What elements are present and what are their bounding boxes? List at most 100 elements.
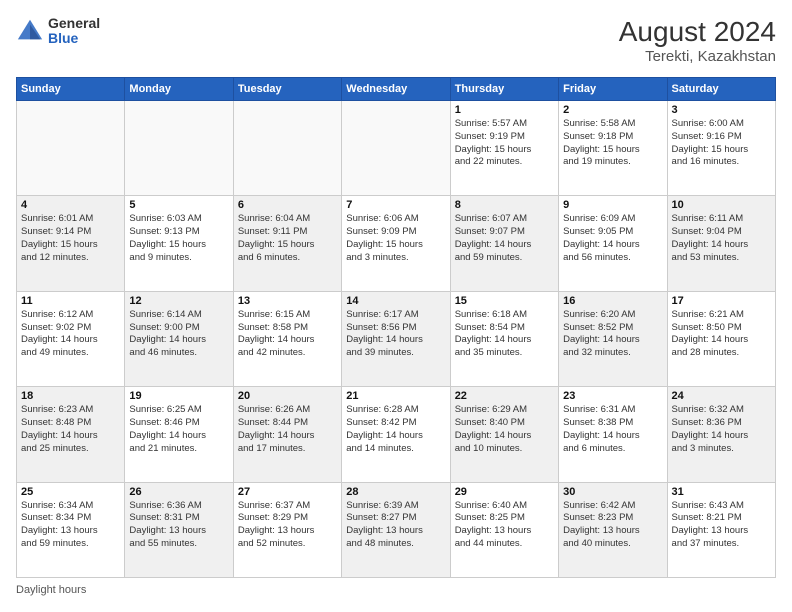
calendar-week-row: 25 Sunrise: 6:34 AM Sunset: 8:34 PM Dayli… bbox=[17, 482, 776, 577]
day-info: Sunrise: 6:40 AM Sunset: 8:25 PM Dayligh… bbox=[455, 500, 554, 551]
day-info: Sunrise: 6:07 AM Sunset: 9:07 PM Dayligh… bbox=[455, 213, 554, 264]
calendar-header-row: SundayMondayTuesdayWednesdayThursdayFrid… bbox=[17, 78, 776, 101]
calendar-day-cell: 10Sunrise: 6:11 AM Sunset: 9:04 PM Dayli… bbox=[667, 196, 775, 291]
day-number: 25 bbox=[21, 486, 120, 498]
day-info: Sunrise: 6:34 AM Sunset: 8:34 PM Dayligh… bbox=[21, 500, 120, 551]
day-number: 1 bbox=[455, 104, 554, 116]
logo-text: General Blue bbox=[48, 16, 100, 47]
day-number: 30 bbox=[563, 486, 662, 498]
day-info: Sunrise: 6:36 AM Sunset: 8:31 PM Dayligh… bbox=[129, 500, 228, 551]
calendar-subtitle: Terekti, Kazakhstan bbox=[619, 48, 776, 65]
calendar-day-cell bbox=[125, 101, 233, 196]
calendar-table: SundayMondayTuesdayWednesdayThursdayFrid… bbox=[16, 77, 776, 578]
calendar-day-cell: 29 Sunrise: 6:40 AM Sunset: 8:25 PM Dayli… bbox=[450, 482, 558, 577]
day-info: Sunrise: 6:11 AM Sunset: 9:04 PM Dayligh… bbox=[672, 213, 771, 264]
day-number: 12 bbox=[129, 295, 228, 307]
calendar-day-cell: 28Sunrise: 6:39 AM Sunset: 8:27 PM Dayli… bbox=[342, 482, 450, 577]
calendar-day-cell: 9 Sunrise: 6:09 AM Sunset: 9:05 PM Daylig… bbox=[559, 196, 667, 291]
day-number: 17 bbox=[672, 295, 771, 307]
day-info: Sunrise: 6:15 AM Sunset: 8:58 PM Dayligh… bbox=[238, 309, 337, 360]
calendar-day-cell: 24Sunrise: 6:32 AM Sunset: 8:36 PM Dayli… bbox=[667, 387, 775, 482]
day-of-week-header: Friday bbox=[559, 78, 667, 101]
day-info: Sunrise: 6:03 AM Sunset: 9:13 PM Dayligh… bbox=[129, 213, 228, 264]
day-of-week-header: Tuesday bbox=[233, 78, 341, 101]
calendar-day-cell: 30 Sunrise: 6:42 AM Sunset: 8:23 PM Dayli… bbox=[559, 482, 667, 577]
day-info: Sunrise: 6:01 AM Sunset: 9:14 PM Dayligh… bbox=[21, 213, 120, 264]
calendar-day-cell: 8 Sunrise: 6:07 AM Sunset: 9:07 PM Daylig… bbox=[450, 196, 558, 291]
day-number: 16 bbox=[563, 295, 662, 307]
day-number: 13 bbox=[238, 295, 337, 307]
day-info: Sunrise: 6:17 AM Sunset: 8:56 PM Dayligh… bbox=[346, 309, 445, 360]
day-number: 22 bbox=[455, 390, 554, 402]
calendar-day-cell: 1 Sunrise: 5:57 AM Sunset: 9:19 PM Daylig… bbox=[450, 101, 558, 196]
calendar-week-row: 11 Sunrise: 6:12 AM Sunset: 9:02 PM Dayli… bbox=[17, 291, 776, 386]
calendar-day-cell: 7Sunrise: 6:06 AM Sunset: 9:09 PM Daylig… bbox=[342, 196, 450, 291]
day-of-week-header: Saturday bbox=[667, 78, 775, 101]
day-info: Sunrise: 5:57 AM Sunset: 9:19 PM Dayligh… bbox=[455, 118, 554, 169]
calendar-day-cell: 16 Sunrise: 6:20 AM Sunset: 8:52 PM Dayli… bbox=[559, 291, 667, 386]
calendar-day-cell: 2Sunrise: 5:58 AM Sunset: 9:18 PM Daylig… bbox=[559, 101, 667, 196]
calendar-day-cell: 22 Sunrise: 6:29 AM Sunset: 8:40 PM Dayli… bbox=[450, 387, 558, 482]
logo-icon bbox=[16, 17, 44, 45]
calendar-day-cell: 26Sunrise: 6:36 AM Sunset: 8:31 PM Dayli… bbox=[125, 482, 233, 577]
footer-text: Daylight hours bbox=[16, 584, 86, 596]
day-info: Sunrise: 6:31 AM Sunset: 8:38 PM Dayligh… bbox=[563, 404, 662, 455]
day-number: 5 bbox=[129, 199, 228, 211]
day-info: Sunrise: 6:12 AM Sunset: 9:02 PM Dayligh… bbox=[21, 309, 120, 360]
day-number: 8 bbox=[455, 199, 554, 211]
calendar-day-cell: 4 Sunrise: 6:01 AM Sunset: 9:14 PM Daylig… bbox=[17, 196, 125, 291]
day-info: Sunrise: 6:42 AM Sunset: 8:23 PM Dayligh… bbox=[563, 500, 662, 551]
day-number: 4 bbox=[21, 199, 120, 211]
day-info: Sunrise: 6:14 AM Sunset: 9:00 PM Dayligh… bbox=[129, 309, 228, 360]
footer-note: Daylight hours bbox=[16, 584, 776, 596]
day-number: 18 bbox=[21, 390, 120, 402]
day-number: 7 bbox=[346, 199, 445, 211]
day-number: 29 bbox=[455, 486, 554, 498]
calendar-day-cell: 12 Sunrise: 6:14 AM Sunset: 9:00 PM Dayli… bbox=[125, 291, 233, 386]
header: General Blue August 2024 Terekti, Kazakh… bbox=[16, 16, 776, 65]
calendar-week-row: 4 Sunrise: 6:01 AM Sunset: 9:14 PM Daylig… bbox=[17, 196, 776, 291]
day-info: Sunrise: 6:23 AM Sunset: 8:48 PM Dayligh… bbox=[21, 404, 120, 455]
day-info: Sunrise: 5:58 AM Sunset: 9:18 PM Dayligh… bbox=[563, 118, 662, 169]
day-number: 23 bbox=[563, 390, 662, 402]
calendar-day-cell: 15Sunrise: 6:18 AM Sunset: 8:54 PM Dayli… bbox=[450, 291, 558, 386]
day-info: Sunrise: 6:43 AM Sunset: 8:21 PM Dayligh… bbox=[672, 500, 771, 551]
day-number: 6 bbox=[238, 199, 337, 211]
day-number: 19 bbox=[129, 390, 228, 402]
day-of-week-header: Sunday bbox=[17, 78, 125, 101]
calendar-day-cell: 27Sunrise: 6:37 AM Sunset: 8:29 PM Dayli… bbox=[233, 482, 341, 577]
day-number: 21 bbox=[346, 390, 445, 402]
day-number: 20 bbox=[238, 390, 337, 402]
calendar-day-cell: 17Sunrise: 6:21 AM Sunset: 8:50 PM Dayli… bbox=[667, 291, 775, 386]
calendar-title: August 2024 bbox=[619, 16, 776, 48]
calendar-week-row: 18 Sunrise: 6:23 AM Sunset: 8:48 PM Dayli… bbox=[17, 387, 776, 482]
logo-line1: General bbox=[48, 16, 100, 31]
calendar-day-cell: 20Sunrise: 6:26 AM Sunset: 8:44 PM Dayli… bbox=[233, 387, 341, 482]
logo-line2: Blue bbox=[48, 31, 100, 46]
day-number: 11 bbox=[21, 295, 120, 307]
day-info: Sunrise: 6:09 AM Sunset: 9:05 PM Dayligh… bbox=[563, 213, 662, 264]
logo: General Blue bbox=[16, 16, 100, 47]
calendar-day-cell: 19 Sunrise: 6:25 AM Sunset: 8:46 PM Dayli… bbox=[125, 387, 233, 482]
day-info: Sunrise: 6:04 AM Sunset: 9:11 PM Dayligh… bbox=[238, 213, 337, 264]
calendar-day-cell: 21Sunrise: 6:28 AM Sunset: 8:42 PM Dayli… bbox=[342, 387, 450, 482]
day-info: Sunrise: 6:29 AM Sunset: 8:40 PM Dayligh… bbox=[455, 404, 554, 455]
day-info: Sunrise: 6:25 AM Sunset: 8:46 PM Dayligh… bbox=[129, 404, 228, 455]
calendar-day-cell: 13 Sunrise: 6:15 AM Sunset: 8:58 PM Dayli… bbox=[233, 291, 341, 386]
day-number: 14 bbox=[346, 295, 445, 307]
day-of-week-header: Thursday bbox=[450, 78, 558, 101]
day-info: Sunrise: 6:32 AM Sunset: 8:36 PM Dayligh… bbox=[672, 404, 771, 455]
day-number: 9 bbox=[563, 199, 662, 211]
calendar-day-cell: 25 Sunrise: 6:34 AM Sunset: 8:34 PM Dayli… bbox=[17, 482, 125, 577]
calendar-day-cell bbox=[233, 101, 341, 196]
page: General Blue August 2024 Terekti, Kazakh… bbox=[0, 0, 792, 612]
calendar-day-cell bbox=[17, 101, 125, 196]
day-info: Sunrise: 6:20 AM Sunset: 8:52 PM Dayligh… bbox=[563, 309, 662, 360]
calendar-day-cell: 18 Sunrise: 6:23 AM Sunset: 8:48 PM Dayli… bbox=[17, 387, 125, 482]
day-number: 15 bbox=[455, 295, 554, 307]
day-number: 3 bbox=[672, 104, 771, 116]
calendar-week-row: 1 Sunrise: 5:57 AM Sunset: 9:19 PM Daylig… bbox=[17, 101, 776, 196]
calendar-day-cell: 31 Sunrise: 6:43 AM Sunset: 8:21 PM Dayli… bbox=[667, 482, 775, 577]
day-number: 31 bbox=[672, 486, 771, 498]
calendar-day-cell bbox=[342, 101, 450, 196]
